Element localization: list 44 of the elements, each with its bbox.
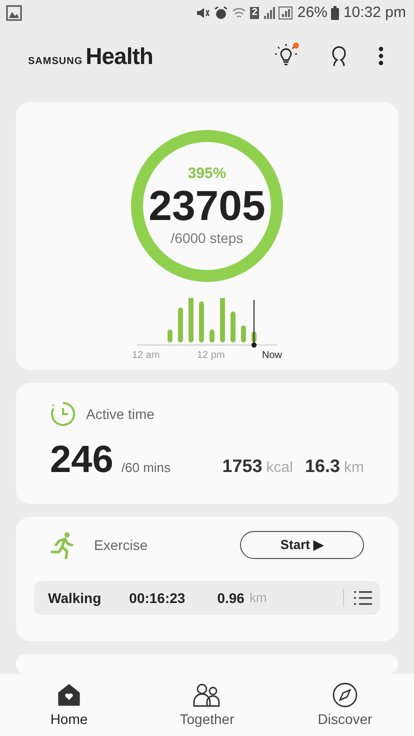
start-button[interactable]: Start ▶	[240, 530, 364, 559]
nav-tab[interactable]: Discover	[290, 681, 400, 728]
active-time-card[interactable]: Active time 246 /60 mins 1753 kcal 16.3 km	[16, 383, 398, 504]
axis-label: 12 am	[132, 350, 160, 360]
workout-duration: 00:16:23	[129, 590, 186, 606]
gallery-icon	[6, 4, 22, 21]
compass-icon	[332, 682, 358, 708]
step-goal: /6000 steps	[170, 230, 244, 246]
people-icon	[193, 682, 221, 708]
list-icon[interactable]	[354, 590, 372, 606]
sim-badge: 2	[250, 6, 260, 19]
axis-label: 12 pm	[196, 350, 225, 360]
distance-unit: km	[249, 590, 267, 606]
clock: 10:32 pm	[343, 4, 406, 22]
steps-card[interactable]: 395% 23705 /6000 steps 12 am 12 pm Now	[16, 102, 398, 370]
active-minutes: 246	[50, 439, 114, 482]
exercise-card[interactable]: Exercise Start ▶ Walking 00:16:23 0.96 km	[16, 516, 398, 642]
timer-icon	[50, 401, 76, 428]
minutes-goal: /60 mins	[121, 460, 171, 476]
nav-tab[interactable]: Together	[152, 681, 262, 728]
recent-workout-row[interactable]: Walking 00:16:23 0.96 km	[34, 580, 380, 615]
distance-unit: km	[344, 459, 364, 476]
card-title: Exercise	[94, 536, 148, 553]
alarm-icon	[214, 6, 228, 20]
nav-tab[interactable]: Home	[14, 681, 124, 728]
workout-distance: 0.96	[217, 590, 244, 606]
more-icon	[378, 46, 384, 66]
axis-label: Now	[262, 350, 282, 360]
mute-icon	[196, 6, 210, 20]
calories-unit: kcal	[266, 459, 293, 476]
step-count: 23705	[148, 182, 266, 230]
distance-value: 16.3	[304, 456, 340, 478]
app-title: Health	[86, 42, 153, 70]
battery-icon	[331, 6, 340, 20]
goal-percent: 395%	[188, 165, 226, 182]
workout-type: Walking	[48, 590, 102, 606]
brand-wordmark: SAMSUNG	[28, 56, 83, 67]
card-title: Active time	[86, 406, 154, 422]
battery-percent: 26%	[297, 4, 328, 22]
home-icon	[56, 682, 82, 708]
signal-icon	[263, 6, 294, 20]
wifi-icon	[232, 6, 246, 20]
calories-value: 1753	[222, 456, 262, 478]
running-figure-icon	[50, 530, 76, 559]
